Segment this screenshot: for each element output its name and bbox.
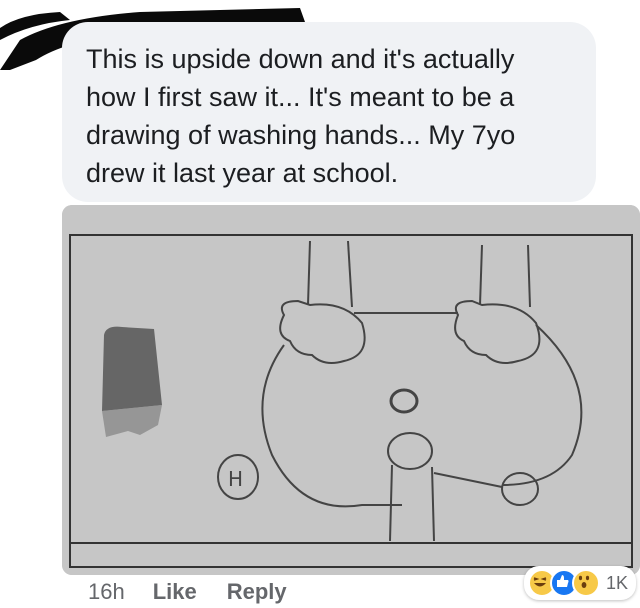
drawing-h-label: H	[228, 467, 243, 491]
comment-timestamp[interactable]: 16h	[88, 579, 125, 605]
comment-bubble: This is upside down and it's actually ho…	[62, 22, 596, 202]
comment-text: This is upside down and it's actually ho…	[86, 44, 516, 188]
reply-button[interactable]: Reply	[227, 579, 287, 605]
wow-icon	[571, 569, 600, 597]
reaction-count: 1K	[605, 572, 628, 593]
comment-photo[interactable]: H	[62, 205, 640, 575]
reaction-summary[interactable]: 1K	[523, 566, 636, 600]
hand-drawing-image: H	[62, 205, 640, 575]
like-button[interactable]: Like	[153, 579, 197, 605]
comment-actions: 16h Like Reply	[88, 576, 287, 608]
